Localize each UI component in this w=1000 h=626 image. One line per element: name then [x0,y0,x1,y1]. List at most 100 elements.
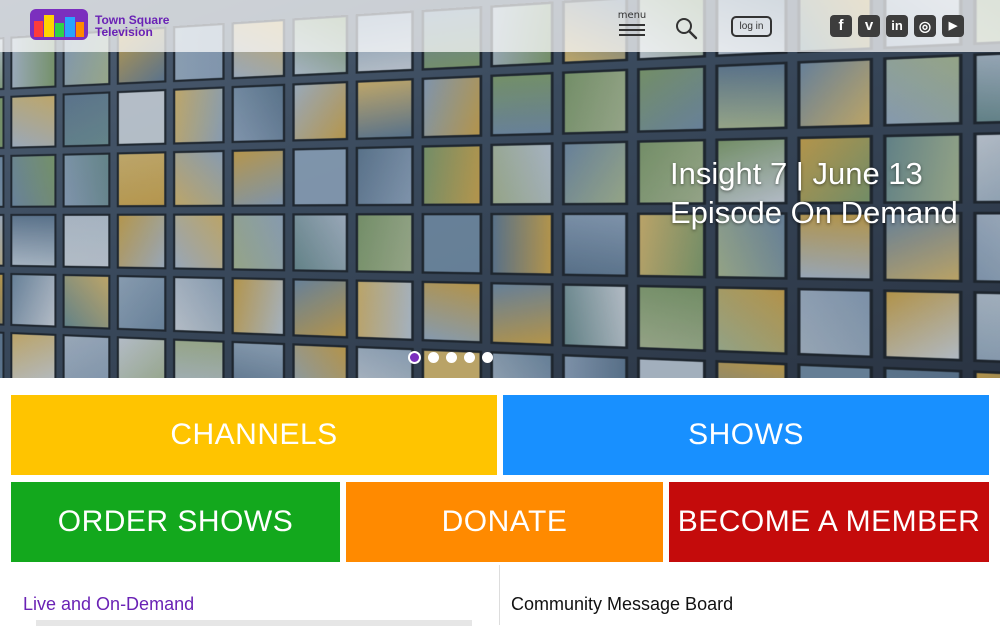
menu-label: menu [617,10,647,21]
shows-tile[interactable]: SHOWS [503,395,989,475]
slider-dot-5[interactable] [482,352,493,363]
top-navigation-bar: Town Square Television menu log in f v i… [0,0,1000,52]
tv-screen [715,61,788,131]
tv-screen [62,152,111,208]
tv-screen [173,149,225,208]
tv-screen [355,345,414,378]
tv-screen [490,142,554,206]
tv-screen [355,145,414,207]
tv-screen [116,213,167,270]
tv-screen [973,370,1000,378]
tv-screen [292,213,349,273]
tv-screen [797,287,873,359]
tv-screen [62,273,111,330]
tv-screen [10,272,57,328]
headline-line-1: Insight 7 | June 13 [670,156,923,191]
tv-screen [421,212,483,275]
tv-screen [562,68,629,135]
tv-screen [116,88,167,147]
tv-screen [490,212,554,276]
hamburger-icon [619,24,645,36]
tv-screen [490,351,554,378]
vimeo-icon[interactable]: v [858,15,880,37]
tv-screen [173,86,225,145]
tv-screen [421,280,483,344]
slider-dot-4[interactable] [464,352,475,363]
tv-screen [355,78,414,141]
tv-screen [231,148,286,207]
linkedin-icon[interactable]: in [886,15,908,37]
tv-screen [292,147,349,207]
tv-screen [173,338,225,378]
slider-dot-2[interactable] [428,352,439,363]
tv-screen [490,281,554,347]
hero-headline[interactable]: Insight 7 | June 13 Episode On Demand [670,154,958,232]
tv-screen [10,93,57,149]
menu-button[interactable]: menu [616,10,648,40]
tv-screen [973,291,1000,366]
tv-screen [62,91,111,148]
tv-screen [715,359,788,378]
tv-screen [116,151,167,208]
instagram-icon[interactable]: ◎ [914,15,936,37]
search-icon[interactable] [674,16,698,40]
tv-screen [292,80,349,142]
tv-screen [636,284,707,353]
tv-screen [231,213,286,272]
tv-screen [0,330,5,378]
town-square-logo[interactable] [30,9,88,40]
tv-screen [231,277,286,337]
slider-dot-3[interactable] [446,352,457,363]
tv-screen [636,65,707,133]
tv-screen [10,213,57,268]
brand-name[interactable]: Town Square Television [95,14,169,38]
tv-screen [0,213,5,267]
tv-screen [62,334,111,378]
tv-screen [562,353,629,378]
tv-screen [0,272,5,326]
tv-screen [292,278,349,339]
tv-screen [173,275,225,334]
tv-screen [562,212,629,278]
channels-tile[interactable]: CHANNELS [11,395,497,475]
youtube-icon[interactable]: ▶ [942,15,964,37]
tv-screen [173,213,225,271]
tv-screen [355,279,414,342]
slider-dot-1[interactable] [408,351,421,364]
tv-screen [421,143,483,207]
tv-screen [883,53,963,127]
brand-line-2: Television [95,25,153,39]
become-a-member-tile[interactable]: BECOME A MEMBER [669,482,989,562]
tv-screen [10,153,57,208]
order-shows-tile[interactable]: ORDER SHOWS [11,482,340,562]
tv-screen [10,331,57,378]
tv-screen [883,289,963,362]
tv-screen [797,57,873,129]
tv-screen [562,283,629,350]
live-player-frame[interactable] [36,620,472,626]
login-button[interactable]: log in [731,16,772,37]
tv-screen [292,343,349,378]
tv-screen [883,366,963,378]
tv-screen [490,71,554,137]
tv-screen [973,49,1000,125]
tv-screen [231,340,286,378]
tv-screen [562,140,629,206]
live-on-demand-heading[interactable]: Live and On-Demand [23,594,194,615]
tv-screen [0,154,5,208]
donate-tile[interactable]: DONATE [346,482,663,562]
tv-screen [231,83,286,144]
tv-screen [0,96,5,150]
message-board-heading[interactable]: Community Message Board [511,594,733,615]
tv-screen [62,213,111,269]
tv-screen [715,286,788,356]
hero-banner[interactable]: Town Square Television menu log in f v i… [0,0,1000,378]
section-divider [499,565,500,625]
facebook-icon[interactable]: f [830,15,852,37]
tv-screen [116,336,167,378]
tv-screen [973,130,1000,204]
tv-screen [116,274,167,332]
tv-screen [636,356,707,378]
tv-screen [973,211,1000,285]
headline-line-2: Episode On Demand [670,195,958,230]
